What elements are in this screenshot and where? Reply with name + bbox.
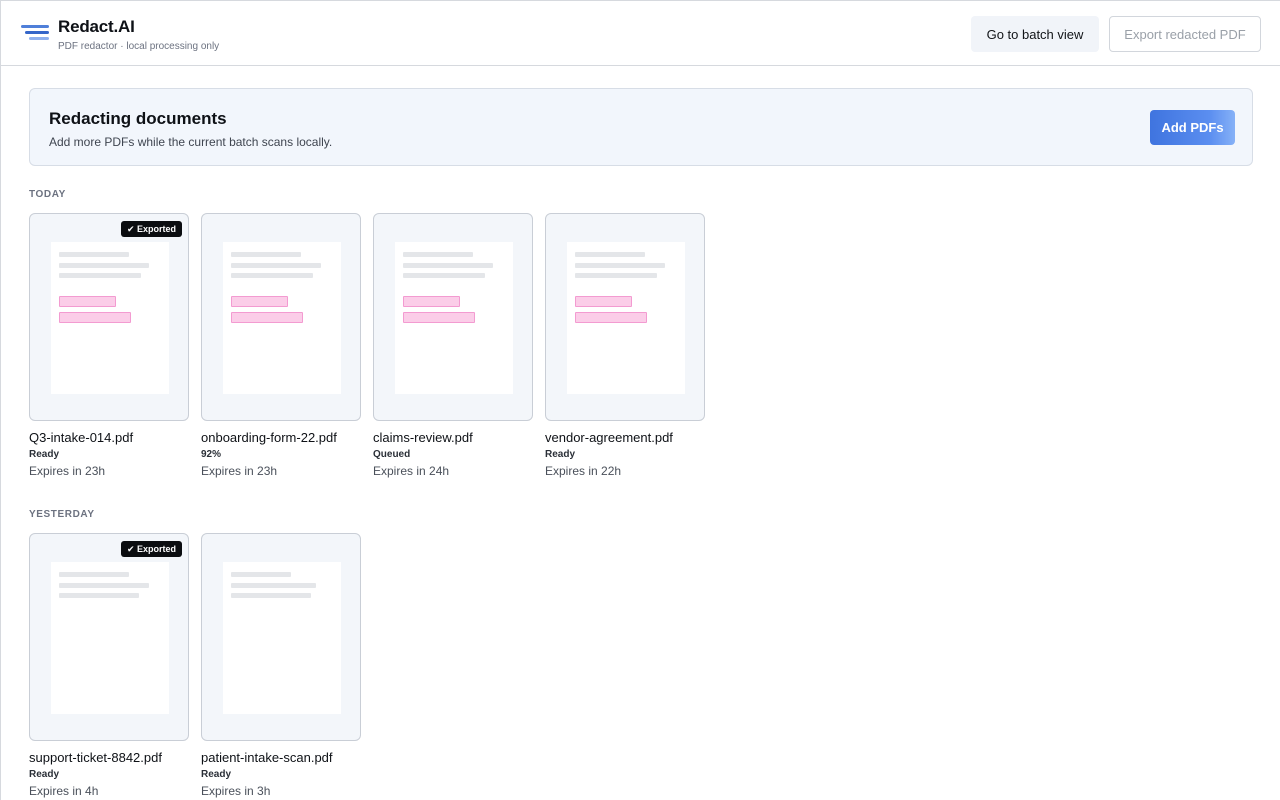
- banner-title: Redacting documents: [49, 109, 227, 128]
- redaction-box: [231, 296, 288, 307]
- file-name[interactable]: patient-intake-scan.pdf: [201, 750, 371, 765]
- file-expiry: Expires in 22h: [545, 464, 622, 478]
- exported-badge: ✔ Exported: [120, 541, 182, 557]
- page-preview: [223, 242, 341, 394]
- banner-text: Add more PDFs while the current batch sc…: [49, 135, 333, 149]
- file-thumbnail[interactable]: ✔ Exported: [29, 533, 189, 741]
- redaction-box: [403, 312, 475, 323]
- redaction-box: [59, 296, 116, 307]
- page-preview: [51, 562, 169, 714]
- redaction-box: [231, 312, 303, 323]
- file-status: Ready: [29, 769, 60, 780]
- file-status: Queued: [373, 449, 411, 460]
- section-label-yesterday: YESTERDAY: [29, 509, 95, 520]
- file-name[interactable]: onboarding-form-22.pdf: [201, 430, 371, 445]
- file-name[interactable]: vendor-agreement.pdf: [545, 430, 715, 445]
- file-expiry: Expires in 24h: [373, 464, 450, 478]
- export-redacted-pdf-button[interactable]: Export redacted PDF: [1109, 16, 1261, 52]
- file-expiry: Expires in 3h: [201, 784, 271, 798]
- file-thumbnail[interactable]: ✔ Exported: [29, 213, 189, 421]
- file-thumbnail[interactable]: [201, 213, 361, 421]
- page-preview: [567, 242, 685, 394]
- redaction-box: [59, 312, 131, 323]
- file-status: Ready: [545, 449, 576, 460]
- page-preview: [395, 242, 513, 394]
- redaction-box: [403, 296, 460, 307]
- app-subtitle: PDF redactor · local processing only: [58, 41, 220, 52]
- redaction-box: [575, 312, 647, 323]
- file-expiry: Expires in 4h: [29, 784, 99, 798]
- file-name[interactable]: claims-review.pdf: [373, 430, 543, 445]
- file-status: Ready: [29, 449, 60, 460]
- logo-icon: [21, 25, 51, 43]
- file-expiry: Expires in 23h: [201, 464, 278, 478]
- section-label-today: TODAY: [29, 189, 66, 200]
- file-status: Ready: [201, 769, 232, 780]
- add-pdfs-button[interactable]: Add PDFs: [1150, 110, 1235, 145]
- redaction-box: [575, 296, 632, 307]
- file-expiry: Expires in 23h: [29, 464, 106, 478]
- file-name[interactable]: support-ticket-8842.pdf: [29, 750, 199, 765]
- go-to-batch-view-button[interactable]: Go to batch view: [971, 16, 1099, 52]
- file-thumbnail[interactable]: [373, 213, 533, 421]
- exported-badge: ✔ Exported: [120, 221, 182, 237]
- app-title: Redact.AI: [58, 17, 135, 36]
- redacting-banner: Redacting documents Add more PDFs while …: [29, 88, 1253, 166]
- file-status: 92%: [201, 449, 222, 460]
- file-thumbnail[interactable]: [545, 213, 705, 421]
- file-thumbnail[interactable]: [201, 533, 361, 741]
- page-preview: [51, 242, 169, 394]
- page-preview: [223, 562, 341, 714]
- file-name[interactable]: Q3-intake-014.pdf: [29, 430, 199, 445]
- app-header: Redact.AI PDF redactor · local processin…: [1, 1, 1280, 66]
